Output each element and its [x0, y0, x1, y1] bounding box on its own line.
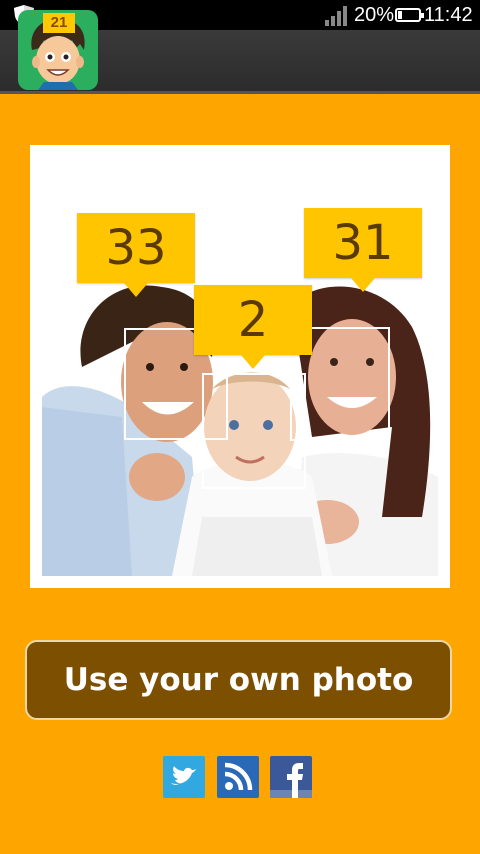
age-label-baby: 2 [194, 285, 312, 369]
clock: 11:42 [424, 4, 473, 26]
sample-photo-card[interactable]: 33 31 2 [30, 145, 450, 588]
age-guess-app-icon[interactable]: 21 [18, 10, 98, 90]
use-own-photo-button[interactable]: Use your own photo [25, 640, 452, 720]
signal-icon [325, 6, 347, 26]
twitter-icon[interactable] [163, 756, 205, 798]
app-icon-age-badge: 21 [43, 13, 75, 33]
battery-level [398, 11, 402, 19]
battery-icon [395, 8, 424, 22]
rss-icon[interactable] [217, 756, 259, 798]
age-label-man: 33 [77, 213, 195, 297]
facebook-icon[interactable] [270, 756, 312, 798]
age-label-woman: 31 [304, 208, 422, 292]
battery-percent: 20% [354, 4, 395, 26]
